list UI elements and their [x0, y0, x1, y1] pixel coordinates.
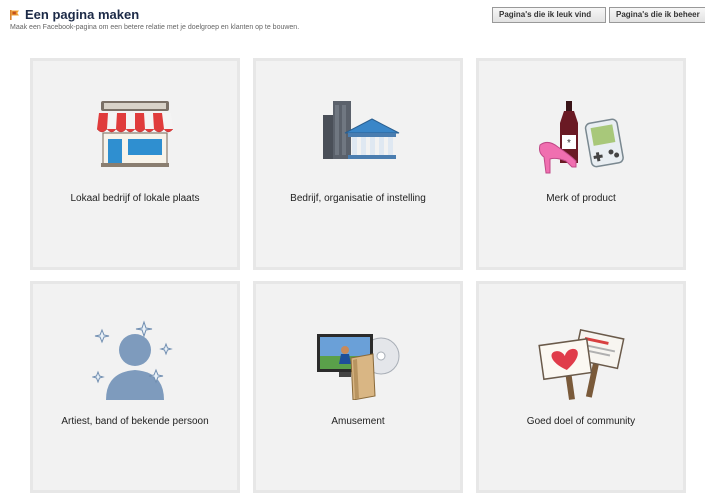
product-icon: * — [539, 101, 624, 174]
entertainment-icon — [317, 334, 400, 400]
community-signs-icon — [538, 328, 625, 400]
title-row: Een pagina maken — [9, 7, 299, 22]
office-building-icon — [323, 101, 400, 159]
liked-pages-button[interactable]: Pagina's die ik leuk vind — [492, 7, 606, 23]
category-tile-local-business[interactable]: Lokaal bedrijf of lokale plaats — [30, 58, 240, 270]
category-tile-brand[interactable]: * Merk of product — [476, 58, 686, 270]
category-label: Bedrijf, organisatie of instelling — [290, 193, 426, 204]
page-subtitle: Maak een Facebook-pagina om een betere r… — [10, 24, 300, 31]
category-tile-community[interactable]: Goed doel of community — [476, 281, 686, 493]
category-tile-artist[interactable]: Artiest, band of bekende persoon — [30, 281, 240, 493]
page-header: Een pagina maken Maak een Facebook-pagin… — [9, 7, 299, 31]
category-label: Lokaal bedrijf of lokale plaats — [70, 193, 200, 204]
celebrity-icon — [92, 320, 173, 400]
storefront-icon — [96, 101, 174, 167]
category-label: Goed doel of community — [526, 416, 636, 427]
category-tile-entertainment[interactable]: Amusement — [253, 281, 463, 493]
svg-text:*: * — [567, 138, 571, 149]
managed-pages-button[interactable]: Pagina's die ik beheer — [609, 7, 705, 23]
category-label: Artiest, band of bekende persoon — [61, 416, 209, 427]
category-label: Amusement — [331, 416, 385, 427]
page-title: Een pagina maken — [25, 7, 140, 22]
flag-icon — [10, 9, 19, 20]
category-tile-company[interactable]: Bedrijf, organisatie of instelling — [253, 58, 463, 270]
category-label: Merk of product — [546, 193, 616, 204]
